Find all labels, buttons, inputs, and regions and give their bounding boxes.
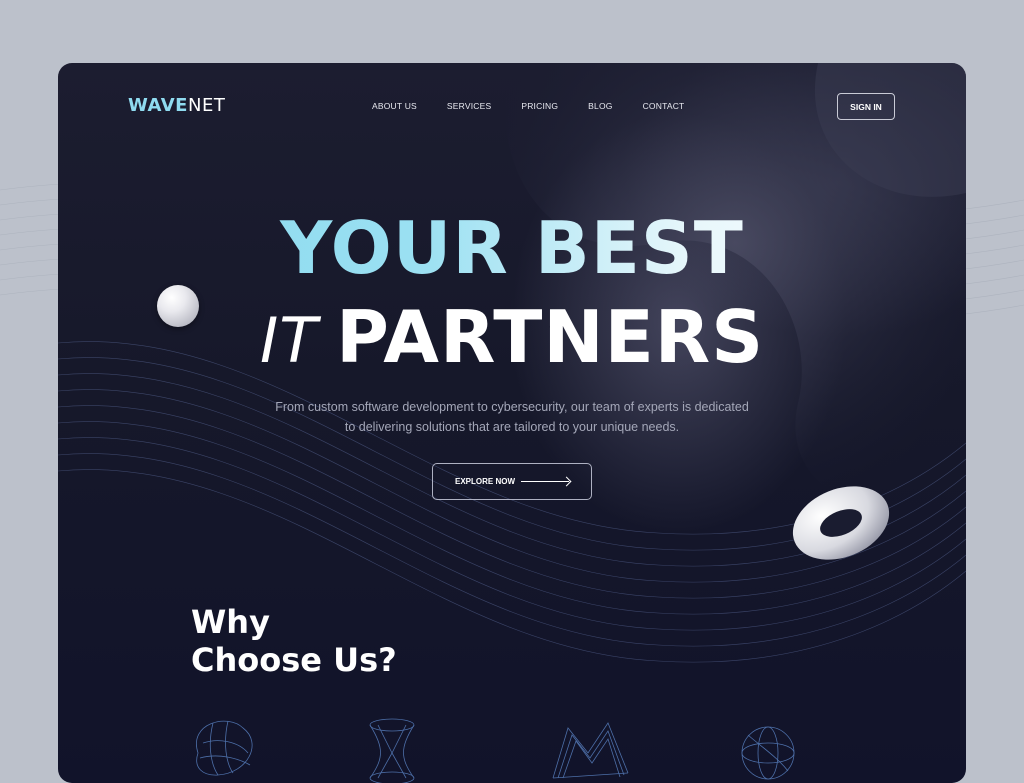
nav-contact[interactable]: CONTACT [643,101,685,111]
top-navigation: WAVENET ABOUT US SERVICES PRICING BLOG C… [58,63,966,153]
hero-title-italic-word: IT [259,304,319,377]
explore-now-button[interactable]: EXPLORE NOW [432,463,592,500]
logo-rest-text: NET [187,95,226,116]
wireframe-sphere-icon [741,726,795,780]
why-choose-us-heading: Why Choose Us? [191,603,397,679]
feature-icons-row [196,718,795,783]
decorative-torus [792,486,890,560]
wireframe-wave-icon [552,722,629,779]
hero-subtitle: From custom software development to cybe… [248,397,776,437]
why-line1: Why [191,603,270,641]
wireframe-hourglass-icon [369,718,415,783]
sign-in-button[interactable]: SIGN IN [837,93,895,120]
hero-title-line2: IT PARTNERS [58,295,966,379]
nav-pricing[interactable]: PRICING [521,101,558,111]
hero-subtitle-line2: to delivering solutions that are tailore… [344,420,680,434]
hero-title-line1: YOUR BEST [58,206,966,290]
main-menu: ABOUT US SERVICES PRICING BLOG CONTACT [372,101,714,111]
explore-now-label: EXPLORE NOW [455,477,516,486]
nav-blog[interactable]: BLOG [588,101,612,111]
wireframe-blob-icon [196,720,253,776]
nav-services[interactable]: SERVICES [447,101,491,111]
arrow-right-icon [521,481,569,482]
logo-accent-text: WAVE [128,95,188,116]
hero-title-main-word: PARTNERS [336,295,765,379]
wavenet-logo[interactable]: WAVENET [128,95,225,116]
nav-about-us[interactable]: ABOUT US [372,101,417,111]
why-line2: Choose Us? [191,641,397,679]
hero-subtitle-line1: From custom software development to cybe… [275,400,749,414]
landing-page-frame: WAVENET ABOUT US SERVICES PRICING BLOG C… [58,63,966,783]
